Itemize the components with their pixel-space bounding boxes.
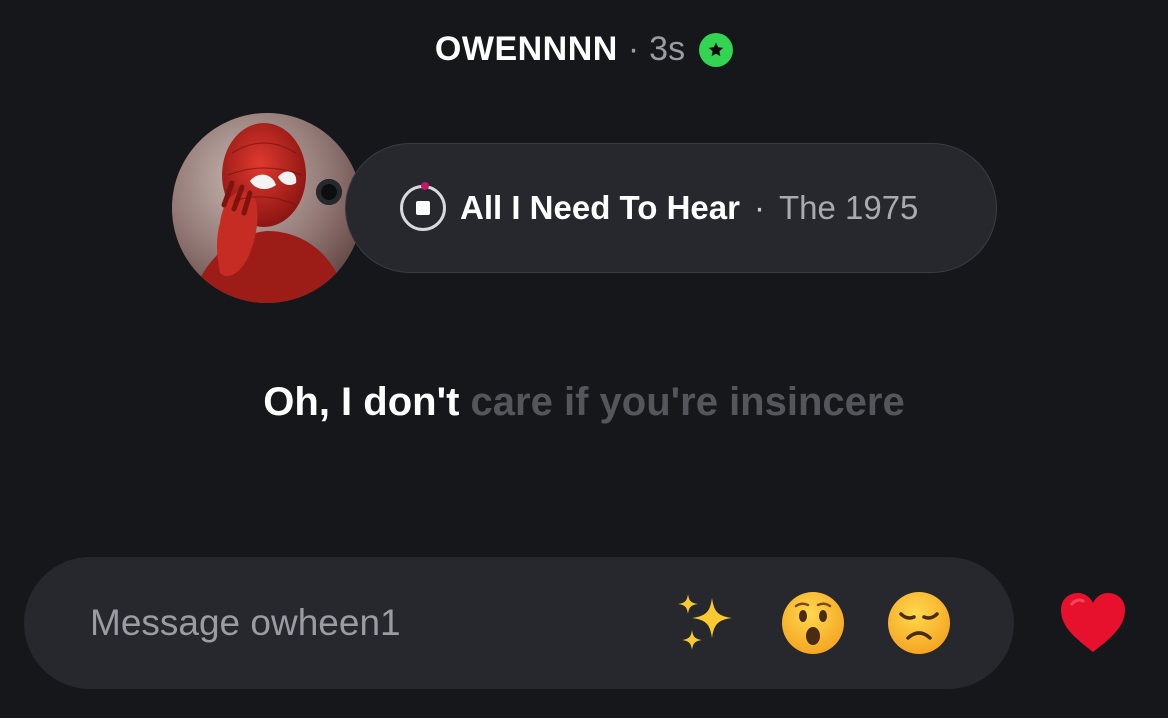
header-separator: · <box>627 30 640 68</box>
sparkles-icon <box>678 594 732 650</box>
disappointed-face-icon <box>888 592 950 654</box>
username[interactable]: OWENNNN <box>435 30 618 69</box>
sparkles-emoji-button[interactable] <box>674 590 740 656</box>
song-separator: · <box>753 189 765 226</box>
message-input[interactable] <box>88 601 674 645</box>
music-note-bubble[interactable]: All I Need To Hear · The 1975 <box>345 143 997 273</box>
lyric-unsung: care if you're insincere <box>470 380 905 424</box>
hushed-face-icon <box>782 592 844 654</box>
lyric-line: Oh, I don't care if you're insincere <box>0 380 1168 425</box>
playback-progress-dot <box>421 182 429 190</box>
stop-square <box>416 201 430 215</box>
close-friends-star-icon <box>699 32 734 67</box>
heart-icon <box>1061 593 1125 652</box>
disappointed-face-emoji-button[interactable] <box>886 590 952 656</box>
song-title: All I Need To Hear <box>460 189 740 226</box>
lyric-sung: Oh, I don't <box>263 380 460 424</box>
song-artist: The 1975 <box>778 189 919 226</box>
hushed-face-emoji-button[interactable] <box>780 590 846 656</box>
post-time: 3s <box>649 30 686 68</box>
message-composer <box>24 557 1014 689</box>
note-bubble-tail-dot <box>321 184 337 200</box>
like-heart-button[interactable] <box>1058 590 1128 656</box>
story-header: OWENNNN · 3s <box>0 30 1168 69</box>
story-note-screen: OWENNNN · 3s All I Need To Hear · The 19… <box>0 0 1168 718</box>
stop-icon[interactable] <box>400 182 446 231</box>
avatar[interactable] <box>172 113 362 303</box>
spiderman-avatar-image <box>172 113 362 303</box>
